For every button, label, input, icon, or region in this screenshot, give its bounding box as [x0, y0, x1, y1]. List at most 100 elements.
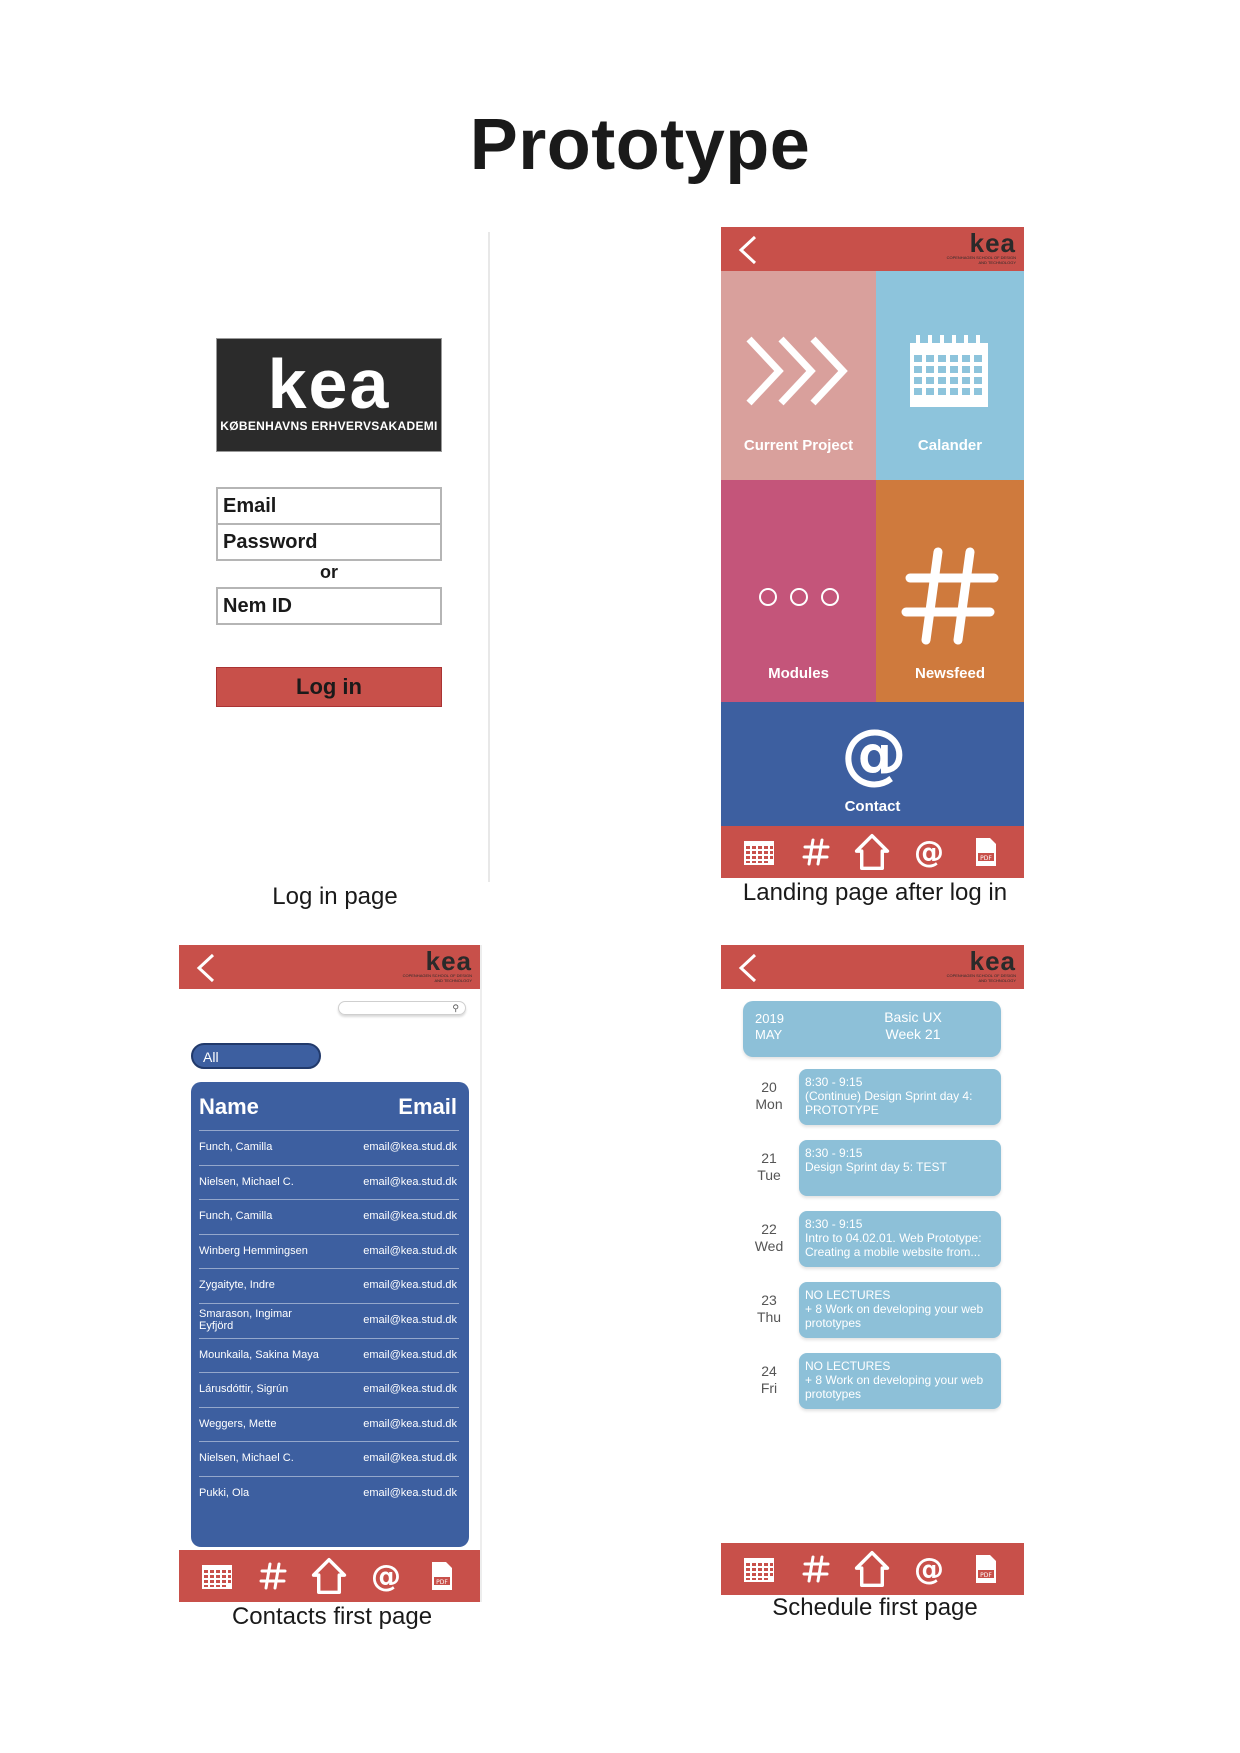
contact-email[interactable]: email@kea.stud.dk [363, 1441, 457, 1475]
contact-email[interactable]: email@kea.stud.dk [363, 1234, 457, 1268]
table-row[interactable]: Lárusdóttir, Sigrún email@kea.stud.dk [191, 1372, 469, 1406]
back-arrow-icon[interactable] [735, 235, 761, 265]
table-row[interactable]: Pukki, Ola email@kea.stud.dk [191, 1476, 469, 1510]
contact-name: Winberg Hemmingsen [199, 1244, 308, 1257]
svg-text:@: @ [371, 1560, 401, 1592]
table-row[interactable]: Funch, Camilla email@kea.stud.dk [191, 1130, 469, 1164]
contact-email[interactable]: email@kea.stud.dk [363, 1476, 457, 1510]
schedule-screen: kea COPENHAGEN SCHOOL OF DESIGN AND TECH… [721, 945, 1024, 1595]
event-description: Intro to 04.02.01. Web Prototype: Creati… [805, 1231, 982, 1259]
day-label: 20 Mon [741, 1079, 797, 1113]
contact-name: Zygaityte, Indre [199, 1279, 275, 1292]
event-card[interactable]: 8:30 - 9:15 Design Sprint day 5: TEST [799, 1140, 1001, 1196]
tile-contact[interactable]: @ Contact [721, 702, 1024, 826]
event-card[interactable]: 8:30 - 9:15 (Continue) Design Sprint day … [799, 1069, 1001, 1125]
day-date: 22 [761, 1221, 777, 1237]
contact-email[interactable]: email@kea.stud.dk [363, 1268, 457, 1302]
nav-home-icon[interactable] [311, 1556, 347, 1596]
table-row[interactable]: Nielsen, Michael C. email@kea.stud.dk [191, 1164, 469, 1199]
search-icon: ⚲ [452, 1003, 459, 1013]
nav-hashtag-icon[interactable] [798, 832, 834, 872]
nav-calendar-icon[interactable] [741, 1549, 777, 1589]
table-row[interactable]: Mounkaila, Sakina Maya email@kea.stud.dk [191, 1337, 469, 1372]
year-month: 2019 MAY [755, 1011, 784, 1043]
contact-name: Nielsen, Michael C. [199, 1452, 294, 1465]
top-bar: kea COPENHAGEN SCHOOL OF DESIGN AND TECH… [179, 945, 480, 989]
contact-name: Nielsen, Michael C. [199, 1175, 294, 1188]
schedule-caption: Schedule first page [772, 1594, 978, 1621]
nav-pdf-icon[interactable]: PDF [424, 1556, 460, 1596]
tile-label-contact: Contact [844, 798, 901, 815]
page-title: Prototype [469, 105, 811, 185]
contacts-table: Name Email Funch, Camilla email@kea.stud.… [191, 1082, 469, 1547]
nav-calendar-icon[interactable] [741, 832, 777, 872]
column-header-name: Name [199, 1094, 259, 1119]
chevrons-icon [746, 336, 848, 406]
password-field[interactable]: Password [216, 523, 442, 561]
contact-email[interactable]: email@kea.stud.dk [363, 1303, 457, 1337]
nav-hashtag-icon[interactable] [255, 1556, 291, 1596]
table-row[interactable]: Funch, Camilla email@kea.stud.dk [191, 1199, 469, 1233]
event-description: Design Sprint day 5: TEST [805, 1160, 947, 1174]
table-row[interactable]: Weggers, Mette email@kea.stud.dk [191, 1406, 469, 1441]
nav-home-icon[interactable] [854, 1549, 890, 1589]
day-label: 21 Tue [741, 1150, 797, 1184]
login-screen: kea KØBENHAVNS ERHVERVSAKADEMI Email Pas… [182, 232, 494, 882]
contact-email[interactable]: email@kea.stud.dk [363, 1165, 457, 1199]
tile-label-modules: Modules [768, 665, 829, 682]
day-weekday: Tue [757, 1167, 781, 1183]
filter-all-button[interactable]: All [191, 1043, 321, 1069]
week-header-card[interactable]: 2019 MAY Basic UX Week 21 [743, 1001, 1001, 1057]
nav-at-icon[interactable]: @ [911, 1549, 947, 1589]
tile-newsfeed[interactable]: Newsfeed [876, 480, 1024, 702]
bottom-nav: @ PDF [721, 1543, 1024, 1595]
day-label: 22 Wed [741, 1221, 797, 1255]
contact-name: Pukki, Ola [199, 1487, 250, 1499]
event-card[interactable]: NO LECTURES + 8 Work on developing your w… [799, 1353, 1001, 1409]
table-row[interactable]: Winberg Hemmingsen email@kea.stud.dk [191, 1233, 469, 1268]
table-row[interactable]: Smarason, Ingimar Eyfjörd email@kea.stud.… [191, 1303, 469, 1337]
screen-divider [488, 232, 490, 882]
day-date: 21 [761, 1150, 777, 1166]
kea-header-word: kea [969, 946, 1016, 976]
svg-text:PDF: PDF [980, 1572, 992, 1579]
event-card[interactable]: 8:30 - 9:15 Intro to 04.02.01. Web Protot… [799, 1211, 1001, 1267]
contact-email[interactable]: email@kea.stud.dk [363, 1199, 457, 1233]
kea-header-sub: COPENHAGEN SCHOOL OF DESIGN AND TECHNOLO… [402, 973, 472, 983]
nav-home-icon[interactable] [854, 832, 890, 872]
kea-header-logo: kea COPENHAGEN SCHOOL OF DESIGN AND TECH… [398, 948, 472, 985]
or-separator: or [320, 562, 338, 582]
table-row[interactable]: Nielsen, Michael C. email@kea.stud.dk [191, 1441, 469, 1475]
tile-modules[interactable]: Modules [721, 480, 876, 702]
nav-at-icon[interactable]: @ [368, 1556, 404, 1596]
three-circles-icon [759, 588, 839, 606]
table-header: Name Email [191, 1090, 469, 1126]
nav-at-icon[interactable]: @ [911, 832, 947, 872]
back-arrow-icon[interactable] [193, 953, 219, 983]
contact-email[interactable]: email@kea.stud.dk [363, 1372, 457, 1406]
nemid-field[interactable]: Nem ID [216, 587, 442, 625]
top-bar: kea COPENHAGEN SCHOOL OF DESIGN AND TECH… [721, 945, 1024, 989]
nav-pdf-icon[interactable]: PDF [968, 1549, 1004, 1589]
event-time: 8:30 - 9:15 [805, 1146, 863, 1160]
event-time: 8:30 - 9:15 [805, 1075, 863, 1089]
contact-email[interactable]: email@kea.stud.dk [363, 1130, 457, 1164]
back-arrow-icon[interactable] [735, 953, 761, 983]
event-description: (Continue) Design Sprint day 4: PROTOTYP… [805, 1089, 973, 1117]
at-icon: @ [841, 720, 907, 788]
nav-pdf-icon[interactable]: PDF [968, 832, 1004, 872]
tile-current-project[interactable]: Current Project [721, 271, 876, 480]
tile-label-current-project: Current Project [743, 437, 854, 454]
table-row[interactable]: Zygaityte, Indre email@kea.stud.dk [191, 1268, 469, 1302]
bottom-nav: @ PDF [721, 826, 1024, 878]
nav-calendar-icon[interactable] [199, 1556, 235, 1596]
contact-email[interactable]: email@kea.stud.dk [363, 1338, 457, 1372]
email-field[interactable]: Email [216, 487, 442, 525]
event-card[interactable]: NO LECTURES + 8 Work on developing your w… [799, 1282, 1001, 1338]
nav-hashtag-icon[interactable] [798, 1549, 834, 1589]
tile-calendar[interactable]: Calander [876, 271, 1024, 480]
top-bar: kea COPENHAGEN SCHOOL OF DESIGN AND TECH… [721, 227, 1024, 271]
contact-email[interactable]: email@kea.stud.dk [363, 1407, 457, 1441]
search-input[interactable]: ⚲ [338, 1001, 466, 1015]
login-button[interactable]: Log in [216, 667, 442, 707]
